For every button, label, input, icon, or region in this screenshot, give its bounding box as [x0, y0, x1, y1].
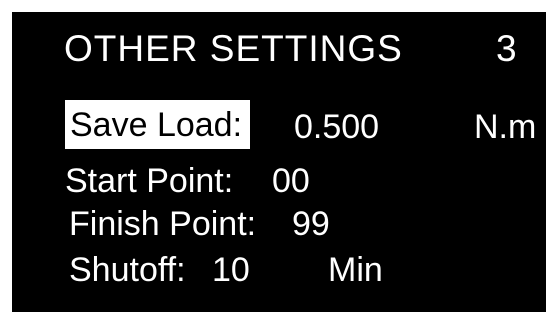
screen-title: OTHER SETTINGS — [64, 28, 403, 69]
setting-value-finish-point[interactable]: 99 — [292, 207, 330, 241]
setting-value-save-load[interactable]: 0.500 — [294, 110, 379, 144]
setting-unit-shutoff: Min — [328, 251, 383, 289]
setting-value-shutoff[interactable]: 10 — [212, 253, 250, 287]
page-number: 3 — [496, 28, 517, 69]
setting-label-save-load[interactable]: Save Load: — [65, 100, 251, 149]
display-screen: OTHER SETTINGS 3 Save Load: 0.500 N.m St… — [12, 12, 546, 312]
setting-value-start-point[interactable]: 00 — [272, 164, 310, 198]
setting-label-shutoff[interactable]: Shutoff: — [69, 253, 186, 287]
setting-row-save-load[interactable]: Save Load: — [65, 100, 251, 149]
setting-unit-save-load: N.m — [474, 108, 537, 146]
setting-label-finish-point[interactable]: Finish Point: — [69, 207, 256, 241]
setting-label-start-point[interactable]: Start Point: — [65, 164, 233, 198]
